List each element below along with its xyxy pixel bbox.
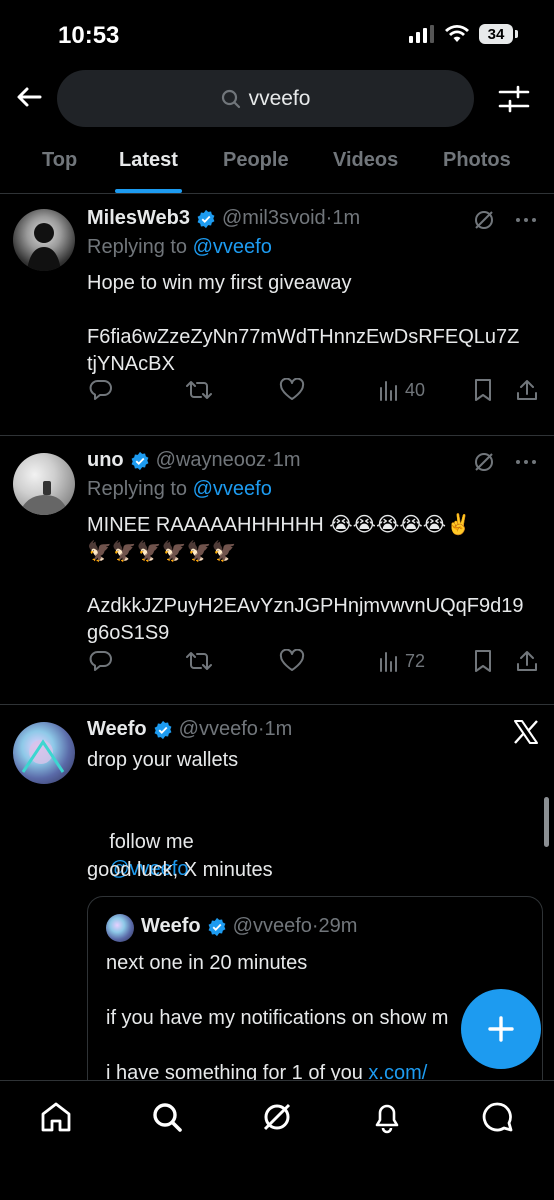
tweet[interactable]: MilesWeb3 @mil3svoid · 1m Replying to @v… <box>0 194 554 436</box>
tweet[interactable]: uno @wayneooz · 1m Replying to @vveefo M… <box>0 436 554 705</box>
tab-latest-label: Latest <box>119 149 178 171</box>
tweet-time: 1m <box>264 718 293 740</box>
tweet-text: Hope to win my first giveaway F6fia6wZze… <box>87 272 520 375</box>
views-count[interactable]: 72 <box>378 650 425 672</box>
tweet-top-icons <box>472 450 538 474</box>
filter-icon[interactable] <box>497 82 531 116</box>
quote-author-name: Weefo <box>141 915 201 937</box>
messages-icon[interactable] <box>480 1099 516 1135</box>
replying-to-label: Replying to <box>87 236 188 258</box>
quote-header: Weefo @vveefo · 29m <box>141 915 357 938</box>
scrollbar[interactable] <box>544 797 549 847</box>
tweet-header: Weefo @vveefo · 1m <box>87 718 292 741</box>
retweet-icon[interactable] <box>186 378 212 402</box>
more-icon[interactable] <box>514 208 538 232</box>
bottom-navigation <box>0 1080 554 1200</box>
replying-to-link[interactable]: @vveefo <box>193 478 272 500</box>
signal-icon <box>409 25 434 43</box>
tweet-header: MilesWeb3 @mil3svoid · 1m <box>87 207 360 230</box>
search-icon <box>221 89 240 108</box>
tweet-top-icons <box>472 208 538 232</box>
separator-dot: · <box>311 915 319 937</box>
back-arrow-icon[interactable] <box>14 82 44 112</box>
replying-to: Replying to @vveefo <box>87 236 272 259</box>
tweet-text-line3: good luck, X minutes <box>87 859 273 881</box>
compose-button[interactable] <box>461 989 541 1069</box>
author-handle[interactable]: @mil3svoid <box>222 207 326 230</box>
like-icon[interactable] <box>279 378 305 402</box>
author-name[interactable]: MilesWeb3 <box>87 207 190 230</box>
quote-author-handle: @vveefo <box>232 915 312 937</box>
verified-badge-icon <box>197 209 215 228</box>
quote-text-line2: if you have my notifications on show m <box>106 1007 449 1029</box>
author-handle[interactable]: @wayneooz <box>156 449 266 472</box>
avatar[interactable] <box>13 453 75 515</box>
reply-icon[interactable] <box>89 649 113 673</box>
replying-to-label: Replying to <box>87 478 188 500</box>
status-time: 10:53 <box>58 22 120 49</box>
battery-tip <box>515 30 518 38</box>
avatar[interactable] <box>13 209 75 271</box>
views-value: 72 <box>405 650 426 671</box>
bookmark-icon[interactable] <box>472 378 494 402</box>
replying-to-link[interactable]: @vveefo <box>193 236 272 258</box>
author-name[interactable]: uno <box>87 449 124 472</box>
grok-icon[interactable] <box>259 1099 295 1135</box>
separator-dot: · <box>266 449 273 471</box>
grok-icon[interactable] <box>472 208 496 232</box>
search-query: vveefo <box>248 86 311 110</box>
compose-icon <box>488 1016 514 1042</box>
author-name[interactable]: Weefo <box>87 718 147 741</box>
views-count[interactable]: 40 <box>378 379 425 401</box>
search-input[interactable]: vveefo <box>57 70 474 127</box>
notifications-icon[interactable] <box>369 1099 405 1135</box>
search-tabs: Top Latest People Videos Photos <box>0 135 554 194</box>
tweet-time: 1m <box>332 207 361 229</box>
retweet-icon[interactable] <box>186 649 212 673</box>
tweet-text: MINEE RAAAAAHHHHHH 😭😭😭😭😭✌️ 🦅🦅🦅🦅🦅🦅 AzdkkJ… <box>87 514 524 644</box>
tweet-header: uno @wayneooz · 1m <box>87 449 301 472</box>
x-logo-icon <box>514 720 538 744</box>
tweet-text-follow: follow me @vveefo <box>87 802 194 910</box>
quote-text-line1: next one in 20 minutes <box>106 952 308 974</box>
tweet-time: 1m <box>272 449 301 471</box>
share-icon[interactable] <box>515 649 539 673</box>
quote-avatar <box>106 914 134 942</box>
separator-dot: · <box>325 207 333 229</box>
tab-people[interactable]: People <box>223 135 289 172</box>
verified-badge-icon <box>131 451 149 470</box>
home-icon[interactable] <box>38 1099 74 1135</box>
explore-icon[interactable] <box>149 1099 185 1135</box>
verified-badge-icon <box>154 720 172 739</box>
avatar[interactable] <box>13 722 75 784</box>
more-icon[interactable] <box>514 450 538 474</box>
follow-text: follow me <box>109 831 194 853</box>
like-icon[interactable] <box>279 649 305 673</box>
author-handle[interactable]: @vveefo <box>179 718 258 741</box>
views-icon <box>380 381 397 401</box>
battery-indicator: 34 <box>479 24 513 44</box>
verified-badge-icon <box>208 917 226 936</box>
bookmark-icon[interactable] <box>472 649 494 673</box>
wifi-icon <box>445 25 469 42</box>
tab-videos[interactable]: Videos <box>333 135 398 172</box>
tweet-text-line1: drop your wallets <box>87 749 239 771</box>
replying-to: Replying to @vveefo <box>87 478 272 501</box>
grok-icon[interactable] <box>472 450 496 474</box>
views-value: 40 <box>405 379 426 400</box>
separator-dot: · <box>257 718 265 740</box>
views-icon <box>380 652 397 672</box>
tab-latest[interactable]: Latest <box>115 135 182 193</box>
share-icon[interactable] <box>515 378 539 402</box>
status-icons: 34 <box>409 24 518 44</box>
reply-icon[interactable] <box>89 378 113 402</box>
tab-photos[interactable]: Photos <box>443 135 511 172</box>
tab-top[interactable]: Top <box>42 135 77 172</box>
quote-time: 29m <box>318 915 358 937</box>
active-tab-indicator <box>115 189 182 193</box>
